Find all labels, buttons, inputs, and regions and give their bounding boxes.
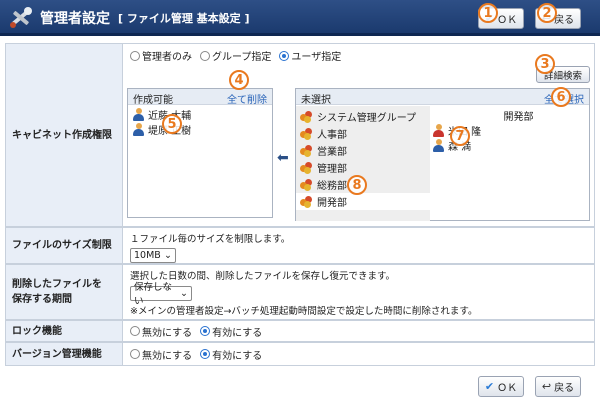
- cabinet-label: キャビネット作成権限: [6, 44, 123, 226]
- file-size-select[interactable]: 10MB ⌄: [130, 248, 176, 263]
- member-list: 開発部 米田 隆 森 満: [432, 108, 585, 218]
- version-label: バージョン管理機能: [6, 343, 123, 365]
- marker-7: 7: [450, 126, 470, 146]
- version-off-radio[interactable]: 無効にする: [130, 347, 192, 362]
- group-icon: [300, 110, 313, 123]
- check-icon: ✔: [484, 380, 495, 393]
- marker-2: 2: [537, 3, 557, 23]
- group-item-selected[interactable]: 開発部: [296, 193, 430, 210]
- group-icon: [300, 178, 313, 191]
- file-size-note: １ファイル毎のサイズを制限します。: [130, 234, 291, 245]
- marker-8: 8: [347, 175, 367, 195]
- remove-all-link[interactable]: 全て削除: [227, 91, 267, 106]
- deleted-period-label: 削除したファイルを 保存する期間: [6, 265, 123, 319]
- marker-5: 5: [162, 114, 182, 134]
- version-on-radio[interactable]: 有効にする: [200, 347, 262, 362]
- page-header: 管理者設定 [ ファイル管理 基本設定 ] ✔ ＯＫ ↩ 戻る: [0, 0, 600, 36]
- return-arrow-icon: ↩: [541, 380, 552, 393]
- file-size-row: ファイルのサイズ制限 １ファイル毎のサイズを制限します。 10MB ⌄: [5, 227, 595, 264]
- group-icon: [300, 161, 313, 174]
- user-icon: [432, 139, 445, 152]
- allowed-panel: 作成可能 全て削除 近藤 大輔 堤原 正樹: [127, 88, 273, 218]
- cabinet-radio-group: 管理者のみ グループ指定 ユーザ指定: [130, 48, 588, 63]
- lock-row: ロック機能 無効にする 有効にする: [5, 320, 595, 342]
- marker-3: 3: [535, 54, 555, 74]
- list-item[interactable]: 堤原 正樹: [132, 122, 268, 137]
- deleted-period-row: 削除したファイルを 保存する期間 選択した日数の間、削除したファイルを保存し復元…: [5, 264, 595, 320]
- unselected-panel: 未選択 全て選択 システム管理グループ 人事部 営業部 管理部 総務部 開発部 …: [295, 88, 590, 221]
- tools-icon: [10, 7, 32, 28]
- chevron-down-icon: ⌄: [164, 250, 172, 261]
- group-item[interactable]: 営業部: [298, 142, 428, 159]
- chevron-down-icon: ⌄: [180, 287, 188, 299]
- radio-admin-only[interactable]: 管理者のみ: [130, 48, 192, 63]
- deleted-period-note: 選択した日数の間、削除したファイルを保存し復元できます。: [130, 271, 396, 282]
- deleted-period-select[interactable]: 保存しない ⌄: [130, 282, 192, 307]
- footer-ok-button[interactable]: ✔ ＯＫ: [478, 376, 524, 397]
- version-row: バージョン管理機能 無効にする 有効にする: [5, 342, 595, 366]
- group-icon: [300, 144, 313, 157]
- user-icon: [132, 123, 145, 136]
- radio-group[interactable]: グループ指定: [200, 48, 271, 63]
- radio-user[interactable]: ユーザ指定: [279, 48, 341, 63]
- file-size-label: ファイルのサイズ制限: [6, 228, 123, 263]
- group-icon: [300, 195, 313, 208]
- marker-4: 4: [229, 70, 249, 90]
- group-icon: [300, 127, 313, 140]
- group-item[interactable]: 人事部: [298, 125, 428, 142]
- lock-off-radio[interactable]: 無効にする: [130, 324, 192, 339]
- member-group-title: 開発部: [503, 112, 534, 123]
- marker-6: 6: [551, 87, 571, 107]
- user-icon: [432, 124, 445, 137]
- allowed-user-list: 近藤 大輔 堤原 正樹: [128, 105, 272, 139]
- page-subtitle: [ ファイル管理 基本設定 ]: [118, 12, 250, 25]
- unselected-panel-title: 未選択: [301, 95, 331, 106]
- lock-on-radio[interactable]: 有効にする: [200, 324, 262, 339]
- move-left-arrow-icon[interactable]: ⬅: [277, 150, 289, 166]
- marker-1: 1: [478, 3, 498, 23]
- footer-back-button[interactable]: ↩ 戻る: [535, 376, 581, 397]
- user-icon: [132, 108, 145, 121]
- allowed-panel-title: 作成可能: [133, 95, 173, 106]
- deleted-period-note2: ※メインの管理者設定→バッチ処理起動時間設定で設定した時間に削除されます。: [130, 305, 478, 317]
- group-item[interactable]: システム管理グループ: [298, 108, 428, 125]
- group-item[interactable]: 管理部: [298, 159, 428, 176]
- list-item[interactable]: 近藤 大輔: [132, 107, 268, 122]
- page-title: 管理者設定: [40, 11, 110, 27]
- group-list: システム管理グループ 人事部 営業部 管理部 総務部 開発部: [296, 106, 430, 221]
- lock-label: ロック機能: [6, 321, 123, 341]
